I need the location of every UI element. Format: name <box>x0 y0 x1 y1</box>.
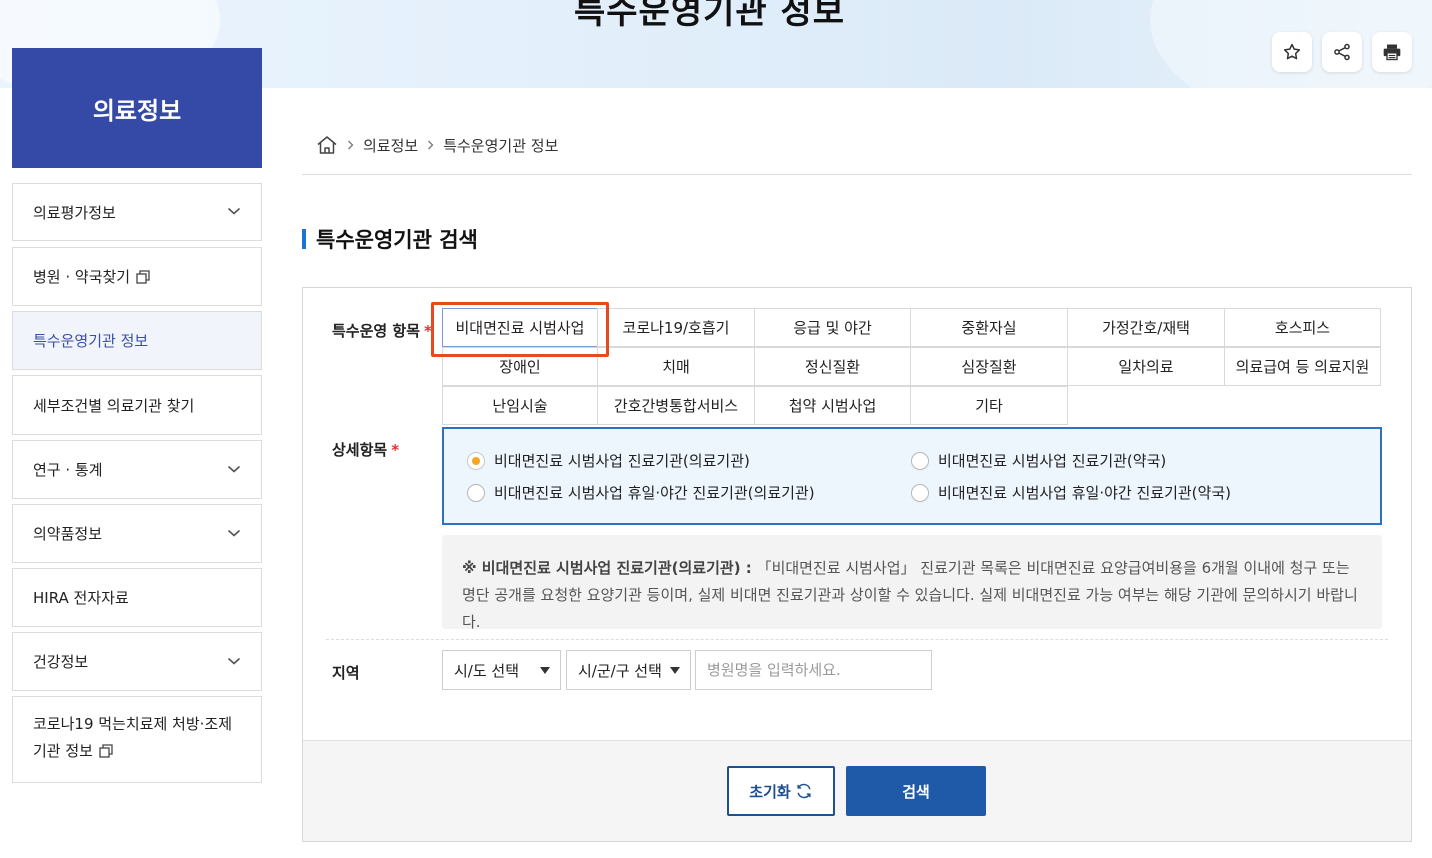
detail-option-label: 비대면진료 시범사업 진료기관(의료기관) <box>494 452 750 470</box>
section-title-text: 특수운영기관 검색 <box>316 228 478 252</box>
category-home-nursing[interactable]: 가정간호/재택 <box>1067 308 1225 347</box>
category-label-text: 특수운영 항목 <box>332 322 421 340</box>
sidebar-item-health-info[interactable]: 건강정보 <box>12 632 262 691</box>
sidebar-item-label: 코로나19 먹는치료제 처방·조제 <box>33 715 232 733</box>
category-mental-illness[interactable]: 정신질환 <box>754 347 911 386</box>
reset-button[interactable]: 초기화 <box>727 766 835 816</box>
detail-option-night-pharmacy[interactable]: 비대면진료 시범사업 휴일·야간 진료기관(약국) <box>911 482 1231 503</box>
print-icon <box>1383 44 1401 61</box>
breadcrumb-link-medical-info[interactable]: 의료정보 <box>363 135 418 156</box>
external-link-icon <box>99 744 113 758</box>
sidebar-item-label: 의약품정보 <box>33 525 103 543</box>
sidebar-item-label-group: 코로나19 먹는치료제 처방·조제 기관 정보 <box>33 711 232 765</box>
detail-option-night-medical[interactable]: 비대면진료 시범사업 휴일·야간 진료기관(의료기관) <box>467 482 815 503</box>
category-integrated-nursing[interactable]: 간호간병통합서비스 <box>597 386 755 425</box>
dropdown-arrow-icon <box>670 667 680 674</box>
sidebar-item-label: 세부조건별 의료기관 찾기 <box>33 396 195 415</box>
category-covid-respiratory[interactable]: 코로나19/호흡기 <box>597 308 755 347</box>
divider <box>302 174 1412 175</box>
sidebar-item-label: 건강정보 <box>33 653 89 671</box>
breadcrumb: 의료정보 특수운영기관 정보 <box>316 134 558 156</box>
sidebar-item-medical-evaluation[interactable]: 의료평가정보 <box>12 183 262 241</box>
star-icon <box>1283 43 1301 60</box>
category-emergency-night[interactable]: 응급 및 야간 <box>754 308 911 347</box>
banner-title: 특수운영기관 정보 <box>574 0 846 32</box>
sido-select-value: 시/도 선택 <box>454 661 520 680</box>
print-button[interactable] <box>1372 32 1412 72</box>
sidebar-item-label: 특수운영기관 정보 <box>33 332 149 350</box>
detail-label-text: 상세항목 <box>332 441 388 459</box>
sidebar-item-detailed-search[interactable]: 세부조건별 의료기관 찾기 <box>12 375 262 435</box>
sigungu-select-value: 시/군/구 선택 <box>578 661 662 680</box>
detail-option-label: 비대면진료 시범사업 진료기관(약국) <box>938 452 1167 470</box>
category-label: 특수운영 항목 * <box>332 320 432 341</box>
category-hospice[interactable]: 호스피스 <box>1224 308 1381 347</box>
dropdown-arrow-icon <box>540 667 550 674</box>
sidebar-item-hira-data[interactable]: HIRA 전자자료 <box>12 568 262 627</box>
notice-box: ※ 비대면진료 시범사업 진료기관(의료기관) : 「비대면진료 시범사업」 진… <box>442 535 1382 631</box>
sidebar-item-covid-treatment[interactable]: 코로나19 먹는치료제 처방·조제 기관 정보 <box>12 696 262 783</box>
detail-option-medical[interactable]: 비대면진료 시범사업 진료기관(의료기관) <box>467 450 750 471</box>
chevron-down-icon <box>227 207 241 215</box>
sidebar-item-label: 병원 · 약국찾기 <box>33 268 131 286</box>
title-accent-bar <box>302 229 306 249</box>
sidebar-item-label: 연구 · 통계 <box>33 461 103 479</box>
chevron-down-icon <box>227 657 241 665</box>
notice-title: ※ 비대면진료 시범사업 진료기관(의료기관) : <box>462 559 752 577</box>
category-dementia[interactable]: 치매 <box>597 347 755 386</box>
sidebar-item-drug-info[interactable]: 의약품정보 <box>12 504 262 563</box>
radio-unchecked-icon <box>911 483 929 502</box>
search-button[interactable]: 검색 <box>846 766 986 816</box>
chevron-right-icon <box>428 140 434 150</box>
radio-unchecked-icon <box>467 483 485 502</box>
refresh-icon <box>797 783 811 799</box>
detail-option-pharmacy[interactable]: 비대면진료 시범사업 진료기관(약국) <box>911 450 1166 471</box>
sidebar-item-label: 기관 정보 <box>33 742 93 760</box>
external-link-icon <box>136 269 150 284</box>
radio-unchecked-icon <box>911 451 929 470</box>
detail-label: 상세항목 * <box>332 439 399 460</box>
radio-checked-icon <box>467 451 485 470</box>
chevron-right-icon <box>348 140 354 150</box>
home-icon[interactable] <box>316 135 338 155</box>
hospital-name-input[interactable] <box>695 650 932 690</box>
sidebar-item-special-institutions[interactable]: 특수운영기관 정보 <box>12 311 262 370</box>
category-primary-care[interactable]: 일차의료 <box>1067 347 1225 386</box>
region-label: 지역 <box>332 664 360 682</box>
reset-button-label: 초기화 <box>749 782 791 801</box>
category-icu[interactable]: 중환자실 <box>910 308 1068 347</box>
selection-highlight <box>431 302 609 357</box>
sidebar-item-label: HIRA 전자자료 <box>33 589 129 607</box>
sidebar-item-research-stats[interactable]: 연구 · 통계 <box>12 440 262 499</box>
detail-option-label: 비대면진료 시범사업 휴일·야간 진료기관(의료기관) <box>494 484 815 502</box>
detail-options-box <box>442 427 1382 525</box>
sidebar-title: 의료정보 <box>12 48 262 168</box>
breadcrumb-current: 특수운영기관 정보 <box>443 136 559 155</box>
category-medical-aid[interactable]: 의료급여 등 의료지원 <box>1224 347 1381 386</box>
sidebar-item-hospital-pharmacy[interactable]: 병원 · 약국찾기 <box>12 247 262 306</box>
share-icon <box>1334 43 1350 61</box>
detail-option-label: 비대면진료 시범사업 휴일·야간 진료기관(약국) <box>938 484 1231 502</box>
chevron-down-icon <box>227 529 241 537</box>
category-other[interactable]: 기타 <box>910 386 1068 425</box>
share-button[interactable] <box>1322 32 1362 72</box>
category-infertility[interactable]: 난임시술 <box>442 386 598 425</box>
sido-select[interactable]: 시/도 선택 <box>442 650 561 690</box>
sigungu-select[interactable]: 시/군/구 선택 <box>566 650 691 690</box>
required-mark: * <box>391 441 400 459</box>
favorite-button[interactable] <box>1272 32 1312 72</box>
section-title: 특수운영기관 검색 <box>302 226 478 252</box>
sidebar-item-label-line: 기관 정보 <box>33 738 232 765</box>
chevron-down-icon <box>227 465 241 473</box>
category-heart-disease[interactable]: 심장질환 <box>910 347 1068 386</box>
sidebar-item-label: 의료평가정보 <box>33 203 116 222</box>
category-herbal-medicine[interactable]: 첩약 시범사업 <box>754 386 911 425</box>
divider <box>326 639 1388 640</box>
